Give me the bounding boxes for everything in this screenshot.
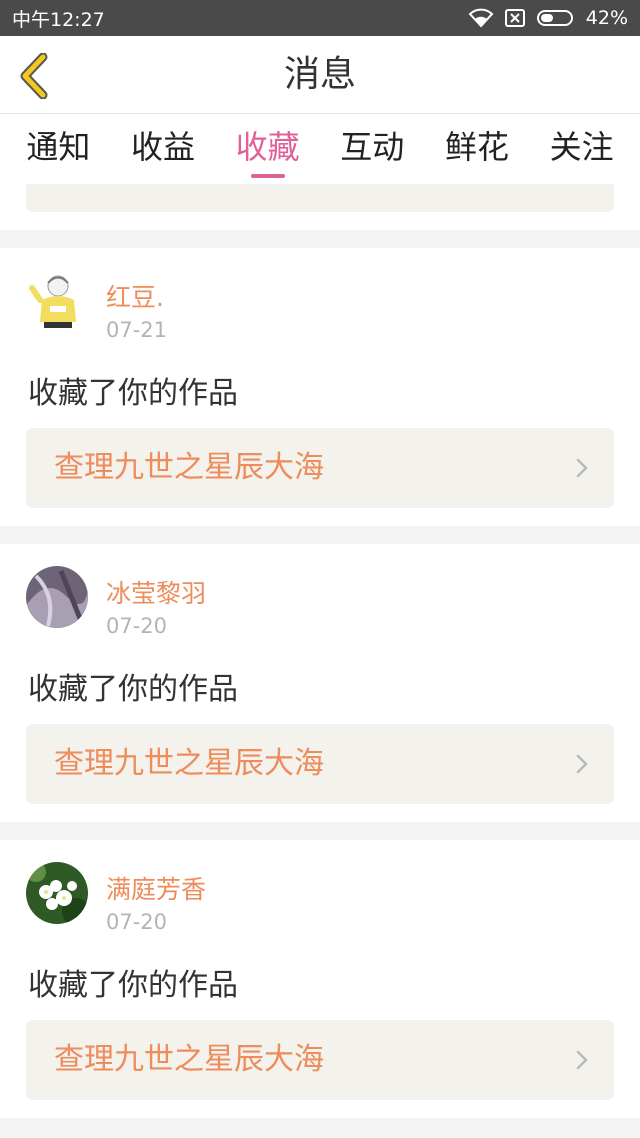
tab-follow[interactable]: 关注 (546, 114, 618, 184)
tab-income[interactable]: 收益 (127, 114, 199, 184)
chevron-right-icon (576, 458, 588, 478)
work-title: 查理九世之星辰大海 (54, 1042, 324, 1077)
chevron-right-icon (576, 754, 588, 774)
tab-interaction[interactable]: 互动 (336, 114, 408, 184)
chevron-right-icon (576, 1050, 588, 1070)
avatar[interactable] (26, 566, 88, 628)
sim-off-icon (504, 8, 526, 28)
action-text: 收藏了你的作品 (28, 672, 238, 707)
top-bar: 消息 (0, 36, 640, 114)
work-link[interactable] (26, 184, 614, 212)
list-item: 红豆. 07-21 收藏了你的作品 查理九世之星辰大海 (0, 248, 640, 526)
message-date: 07-21 (106, 318, 168, 342)
work-link[interactable]: 查理九世之星辰大海 (26, 1020, 614, 1100)
message-date: 07-20 (106, 910, 168, 934)
flower-avatar-icon (26, 862, 88, 924)
user-name[interactable]: 红豆. (106, 278, 164, 314)
cartoon-avatar-icon (26, 270, 88, 332)
list-item: 满庭芳香 07-20 收藏了你的作品 查理九世之星辰大海 (0, 840, 640, 1118)
tab-notify[interactable]: 通知 (22, 114, 94, 184)
tab-flowers[interactable]: 鲜花 (441, 114, 513, 184)
work-link[interactable]: 查理九世之星辰大海 (26, 724, 614, 804)
photo-avatar-icon (26, 566, 88, 628)
status-time: 中午12:27 (12, 8, 105, 31)
wifi-icon (468, 8, 494, 28)
work-link[interactable]: 查理九世之星辰大海 (26, 428, 614, 508)
battery-percent: 42% (585, 7, 628, 29)
tab-favorites[interactable]: 收藏 (232, 114, 304, 184)
action-text: 收藏了你的作品 (28, 968, 238, 1003)
status-icons: 42% (468, 7, 628, 29)
message-date: 07-20 (106, 614, 168, 638)
work-title: 查理九世之星辰大海 (54, 746, 324, 781)
list-item (0, 184, 640, 230)
user-name[interactable]: 冰莹黎羽 (106, 574, 206, 610)
list-item: 冰莹黎羽 07-20 收藏了你的作品 查理九世之星辰大海 (0, 544, 640, 822)
action-text: 收藏了你的作品 (28, 376, 238, 411)
status-bar: 中午12:27 42% (0, 0, 640, 36)
avatar[interactable] (26, 862, 88, 924)
tab-bar: 通知 收益 收藏 互动 鲜花 关注 (0, 114, 640, 184)
battery-icon (536, 8, 576, 28)
page-title: 消息 (283, 54, 356, 95)
message-list[interactable]: 红豆. 07-21 收藏了你的作品 查理九世之星辰大海 冰莹黎羽 07-20 收… (0, 184, 640, 1138)
work-title: 查理九世之星辰大海 (54, 450, 324, 485)
user-name[interactable]: 满庭芳香 (106, 870, 206, 906)
avatar[interactable] (26, 270, 88, 332)
